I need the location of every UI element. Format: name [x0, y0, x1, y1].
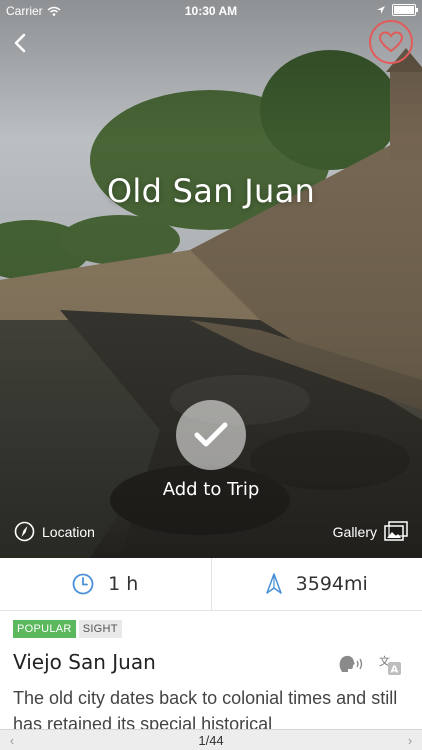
distance-number: 3594: [295, 573, 345, 595]
distance-value: 3594mi: [296, 573, 368, 595]
page-total: 44: [209, 732, 224, 748]
next-page-button[interactable]: ›: [398, 733, 422, 748]
category-tag: SIGHT: [78, 620, 122, 638]
add-to-trip-label: Add to Trip: [162, 479, 260, 500]
location-button[interactable]: Location: [14, 521, 95, 542]
add-to-trip: Add to Trip: [0, 400, 422, 500]
translate-button[interactable]: 文 A: [378, 654, 404, 676]
compass-icon: [14, 521, 35, 542]
detail-tools: 文 A: [338, 654, 404, 676]
checkmark-icon: [194, 422, 228, 447]
translate-icon: 文 A: [379, 654, 401, 676]
navigation-arrow-icon: [265, 573, 282, 594]
back-button[interactable]: [8, 30, 34, 56]
duration-value: 1 h: [108, 573, 139, 595]
clock-icon: [72, 573, 94, 595]
page-indicator: ‹ 1/44 ›: [0, 729, 422, 750]
place-title: Old San Juan: [106, 172, 316, 210]
speaker-head-icon: [339, 655, 363, 672]
popular-tag: POPULAR: [13, 620, 76, 638]
duration-stat: 1 h: [0, 558, 211, 610]
location-services-icon: [377, 6, 385, 14]
gallery-label: Gallery: [332, 523, 377, 540]
previous-page-button[interactable]: ‹: [0, 733, 24, 748]
heart-icon: [379, 31, 403, 53]
status-right: [376, 4, 418, 16]
page-current: 1: [198, 732, 206, 748]
svg-text:A: A: [391, 665, 399, 676]
page-counter: 1/44: [198, 733, 223, 748]
tags: POPULAR SIGHT: [13, 620, 122, 638]
distance-stat: 3594mi: [210, 558, 422, 610]
stats-bar: 1 h 3594mi: [0, 558, 422, 611]
hero-image: Carrier 10:30 AM Old San Juan Add to Tri…: [0, 0, 422, 558]
battery-icon: [392, 4, 418, 16]
gallery-button[interactable]: Gallery: [333, 521, 408, 542]
place-name: Viejo San Juan: [13, 650, 156, 674]
status-bar: Carrier 10:30 AM: [0, 0, 422, 22]
add-to-trip-button[interactable]: [176, 400, 246, 470]
chevron-left-icon: [14, 33, 26, 53]
distance-unit: mi: [344, 573, 368, 595]
speak-button[interactable]: [338, 654, 364, 674]
clock: 10:30 AM: [184, 4, 238, 18]
location-label: Location: [42, 523, 95, 540]
favorite-button[interactable]: [369, 20, 413, 64]
gallery-icon: [384, 521, 408, 541]
